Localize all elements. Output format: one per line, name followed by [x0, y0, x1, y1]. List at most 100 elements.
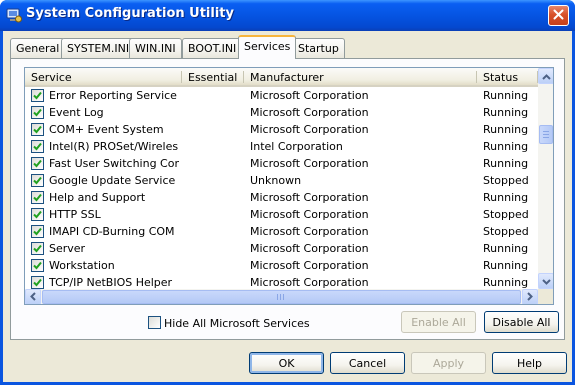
table-row[interactable]: Google Update Service (... Unknown Stopp…	[25, 172, 538, 189]
table-row[interactable]: IMAPI CD-Burning COM ... Microsoft Corpo…	[25, 223, 538, 240]
table-row[interactable]: Help and Support Microsoft Corporation R…	[25, 189, 538, 206]
service-manufacturer: Microsoft Corporation	[250, 89, 369, 102]
service-checkbox[interactable]	[31, 225, 44, 238]
service-name: TCP/IP NetBIOS Helper	[49, 276, 173, 289]
service-name: Error Reporting Service	[49, 89, 177, 102]
table-row[interactable]: Server Microsoft Corporation Running	[25, 240, 538, 257]
service-checkbox[interactable]	[31, 191, 44, 204]
service-name: Help and Support	[49, 191, 146, 204]
tab-win-ini[interactable]: WIN.INI	[129, 38, 182, 58]
service-checkbox[interactable]	[31, 208, 44, 221]
chevron-right-icon	[527, 291, 533, 304]
service-status: Stopped	[483, 174, 529, 187]
service-checkbox[interactable]	[31, 106, 44, 119]
disable-all-button[interactable]: Disable All	[484, 311, 559, 333]
tab-system-ini[interactable]: SYSTEM.INI	[61, 38, 136, 58]
table-row[interactable]: Intel(R) PROSet/Wireles... Intel Corpora…	[25, 138, 538, 155]
chevron-down-icon	[541, 275, 551, 288]
apply-button[interactable]: Apply	[411, 352, 486, 374]
help-button[interactable]: Help	[492, 352, 567, 374]
column-header-status[interactable]: Status	[477, 68, 538, 85]
service-status: Running	[483, 191, 529, 204]
service-manufacturer: Microsoft Corporation	[250, 191, 369, 204]
list-header: Service Essential Manufacturer Status	[25, 68, 538, 87]
system-configuration-window: System Configuration Utility General SYS…	[0, 0, 575, 385]
column-header-essential[interactable]: Essential	[182, 68, 244, 85]
service-checkbox[interactable]	[31, 242, 44, 255]
service-status: Running	[483, 106, 529, 119]
service-checkbox[interactable]	[31, 174, 44, 187]
service-name: HTTP SSL	[49, 208, 101, 221]
service-status: Running	[483, 89, 529, 102]
grip-line	[283, 294, 284, 300]
vertical-scrollbar[interactable]	[538, 68, 553, 289]
horizontal-scrollbar[interactable]	[25, 289, 538, 304]
grip-line	[543, 134, 549, 135]
service-checkbox[interactable]	[31, 89, 44, 102]
service-name: COM+ Event System	[49, 123, 164, 136]
service-checkbox[interactable]	[31, 276, 44, 289]
cancel-button[interactable]: Cancel	[330, 352, 405, 374]
tab-boot-ini[interactable]: BOOT.INI	[182, 38, 243, 58]
service-manufacturer: Microsoft Corporation	[250, 276, 369, 289]
title-bar[interactable]: System Configuration Utility	[0, 0, 575, 31]
vertical-scroll-thumb[interactable]	[539, 125, 553, 144]
service-name: Server	[49, 242, 86, 255]
service-name: Intel(R) PROSet/Wireles...	[49, 140, 179, 153]
service-status: Running	[483, 140, 529, 153]
service-checkbox[interactable]	[31, 123, 44, 136]
table-row[interactable]: Error Reporting Service Microsoft Corpor…	[25, 87, 538, 104]
scroll-up-button[interactable]	[538, 68, 553, 84]
service-name: Event Log	[49, 106, 104, 119]
ok-button[interactable]: OK	[249, 352, 324, 374]
table-row[interactable]: Event Log Microsoft Corporation Running	[25, 104, 538, 121]
grip-line	[277, 294, 278, 300]
scroll-right-button[interactable]	[522, 289, 538, 304]
service-checkbox[interactable]	[31, 140, 44, 153]
grip-line	[280, 294, 281, 300]
scrollbar-corner	[538, 289, 553, 304]
service-name: Workstation	[49, 259, 115, 272]
grip-line	[543, 137, 549, 138]
hide-microsoft-services-label[interactable]: Hide All Microsoft Services	[164, 317, 310, 330]
services-panel: Service Essential Manufacturer Status Er…	[10, 58, 565, 340]
service-manufacturer: Unknown	[250, 174, 302, 187]
scroll-down-button[interactable]	[538, 273, 553, 289]
services-list[interactable]: Service Essential Manufacturer Status Er…	[24, 67, 554, 305]
enable-all-button[interactable]: Enable All	[401, 311, 476, 333]
table-row[interactable]: HTTP SSL Microsoft Corporation Stopped	[25, 206, 538, 223]
column-header-service[interactable]: Service	[25, 68, 182, 85]
chevron-up-icon	[541, 70, 551, 83]
column-header-manufacturer[interactable]: Manufacturer	[244, 68, 477, 85]
service-checkbox[interactable]	[31, 157, 44, 170]
service-manufacturer: Microsoft Corporation	[250, 225, 369, 238]
horizontal-scroll-thumb[interactable]	[42, 290, 521, 304]
tab-services[interactable]: Services	[238, 35, 297, 59]
service-status: Running	[483, 259, 529, 272]
service-manufacturer: Microsoft Corporation	[250, 208, 369, 221]
table-row[interactable]: Workstation Microsoft Corporation Runnin…	[25, 257, 538, 274]
system-config-app-icon	[6, 7, 22, 23]
service-status: Running	[483, 276, 529, 289]
service-name: Google Update Service (...	[49, 174, 179, 187]
service-status: Running	[483, 242, 529, 255]
service-status: Stopped	[483, 208, 529, 221]
tab-startup[interactable]: Startup	[292, 38, 345, 58]
service-manufacturer: Microsoft Corporation	[250, 123, 369, 136]
service-status: Running	[483, 123, 529, 136]
dialog-body: General SYSTEM.INI WIN.INI BOOT.INI Serv…	[3, 31, 572, 382]
grip-line	[543, 131, 549, 132]
tab-general[interactable]: General	[10, 38, 66, 58]
service-manufacturer: Microsoft Corporation	[250, 157, 369, 170]
service-name: Fast User Switching Com...	[49, 157, 179, 170]
close-button[interactable]	[548, 5, 569, 26]
window-title: System Configuration Utility	[26, 6, 234, 21]
table-row[interactable]: Fast User Switching Com... Microsoft Cor…	[25, 155, 538, 172]
table-row[interactable]: TCP/IP NetBIOS Helper Microsoft Corporat…	[25, 274, 538, 289]
scroll-left-button[interactable]	[25, 289, 41, 304]
hide-microsoft-services-checkbox[interactable]	[148, 316, 161, 329]
service-manufacturer: Intel Corporation	[250, 140, 343, 153]
service-checkbox[interactable]	[31, 259, 44, 272]
table-row[interactable]: COM+ Event System Microsoft Corporation …	[25, 121, 538, 138]
service-status: Stopped	[483, 225, 529, 238]
